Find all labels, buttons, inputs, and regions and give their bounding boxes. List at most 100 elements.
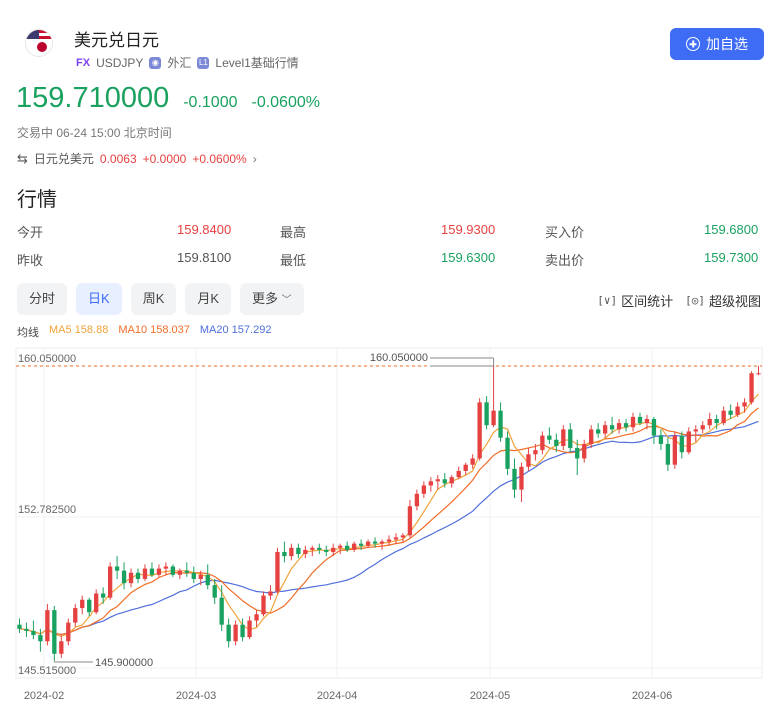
candle <box>296 543 301 559</box>
candle <box>233 620 238 646</box>
open-value: 159.8400 <box>177 222 232 237</box>
related-instrument-link[interactable]: ⇆ 日元兑美元 0.0063 +0.0000 +0.0600% › <box>17 150 257 167</box>
candle-body <box>526 454 531 467</box>
candle <box>212 578 217 604</box>
candle <box>393 533 399 544</box>
candle <box>540 431 545 455</box>
x-tick-label: 2024-06 <box>632 690 672 702</box>
plus-circle-icon <box>686 37 700 51</box>
ma20-legend: MA20 157.292 <box>199 324 272 336</box>
candle <box>254 610 259 627</box>
chart-tools: [∨] 区间统计 [◎] 超级视图 <box>597 291 761 310</box>
candle <box>170 564 176 577</box>
candle-body <box>149 568 155 575</box>
candle-body <box>742 402 747 407</box>
candle-body <box>170 566 176 575</box>
ask-label: 卖出价 <box>545 253 585 268</box>
candle-body <box>616 423 622 430</box>
candle-body <box>665 443 671 465</box>
candle-body <box>449 477 454 484</box>
high-value: 159.9300 <box>441 222 496 237</box>
candle-body <box>582 443 587 459</box>
candle-body <box>94 593 99 613</box>
candle <box>80 595 85 615</box>
candle <box>24 622 29 638</box>
related-change-pct: +0.0600% <box>192 151 247 166</box>
candle-body <box>24 628 29 631</box>
trading-status: 交易中 06-24 15:00 北京时间 <box>17 126 172 140</box>
candle-body <box>142 568 148 579</box>
candle-body <box>637 416 643 424</box>
candle <box>289 543 294 561</box>
candle <box>205 564 210 590</box>
tab-monthly-k[interactable]: 月K <box>185 283 232 315</box>
x-tick-label: 2024-03 <box>176 690 216 702</box>
chevron-right-icon: › <box>252 151 257 166</box>
candle-body <box>184 570 189 573</box>
candle <box>707 412 712 430</box>
candle <box>728 404 733 419</box>
tab-weekly-k[interactable]: 周K <box>130 283 177 315</box>
candle-body <box>442 479 447 484</box>
candle-body <box>135 572 141 579</box>
candle-body <box>428 481 433 486</box>
candle <box>463 462 468 476</box>
range-stats-button[interactable]: [∨] 区间统计 <box>597 291 673 310</box>
candle-body <box>728 410 733 415</box>
ma20-line <box>19 420 759 636</box>
candle-body <box>128 572 134 584</box>
candle-body <box>575 448 580 459</box>
ma-lines <box>19 393 759 637</box>
candle-body <box>73 608 78 623</box>
tab-intraday[interactable]: 分时 <box>17 283 68 315</box>
candle-body <box>421 485 427 494</box>
price-change-pct: -0.0600% <box>251 94 320 111</box>
candle <box>665 437 671 471</box>
candle-body <box>198 574 203 579</box>
candle <box>59 635 64 658</box>
add-watchlist-label: 加自选 <box>706 36 748 52</box>
candle-body <box>463 464 468 471</box>
candle-body <box>379 541 385 544</box>
candle <box>561 425 566 451</box>
instrument-title: 美元兑日元 <box>74 31 159 50</box>
related-change: +0.0000 <box>142 151 187 166</box>
candle <box>17 618 22 633</box>
add-watchlist-button[interactable]: 加自选 <box>670 28 764 60</box>
candle-body <box>59 641 64 654</box>
candle <box>351 541 357 552</box>
tab-daily-k[interactable]: 日K <box>76 283 122 315</box>
candle-body <box>721 410 726 424</box>
candle-body <box>345 545 350 550</box>
ma5-legend: MA5 158.88 <box>49 324 109 336</box>
candle <box>582 439 587 463</box>
candle-body <box>121 570 127 584</box>
candle <box>87 597 92 617</box>
candle-body <box>414 493 420 507</box>
candle <box>526 448 531 471</box>
kline-chart[interactable]: 160.050000 152.782500 145.515000 2024-02 202… <box>0 340 783 714</box>
instrument-meta: FX USDJPY ◉ 外汇 L1 Level1基础行情 <box>76 54 299 71</box>
related-price: 0.0063 <box>99 151 137 166</box>
candle-body <box>38 635 43 642</box>
candle-body <box>163 566 169 569</box>
candle-body <box>519 466 524 490</box>
candle-body <box>561 429 566 446</box>
candle <box>742 398 747 413</box>
candle-body <box>533 450 538 455</box>
tab-more[interactable]: 更多 ﹀ <box>240 283 304 315</box>
super-view-button[interactable]: [◎] 超级视图 <box>685 291 761 310</box>
quote-row: 昨收 159.8100 最低 159.6300 卖出价 159.7300 <box>17 250 762 278</box>
candle <box>317 543 322 555</box>
candle-body <box>735 406 740 415</box>
candle-body <box>289 547 294 557</box>
candle <box>268 585 273 600</box>
candle-body <box>630 416 636 428</box>
candle-body <box>400 535 406 538</box>
candle-body <box>498 410 503 438</box>
plot-frame <box>15 347 763 679</box>
candle-body <box>609 425 615 430</box>
candle-body <box>602 425 608 434</box>
candle-body <box>512 468 517 490</box>
candle <box>184 562 189 577</box>
